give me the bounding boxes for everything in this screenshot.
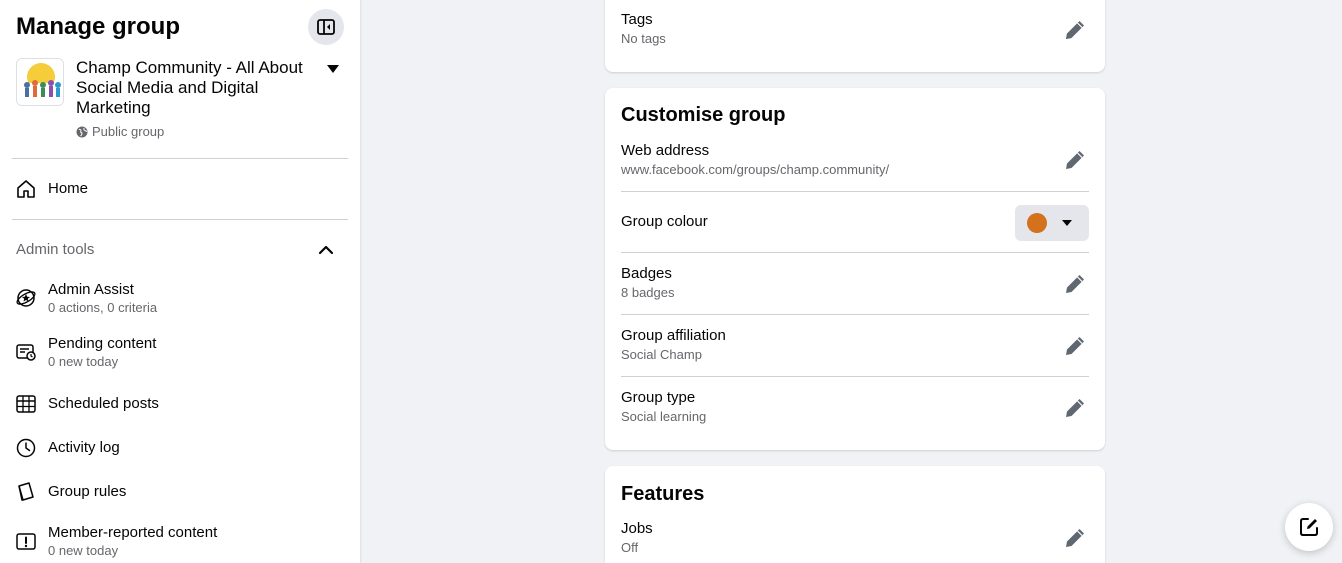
new-message-button[interactable] <box>1285 503 1333 551</box>
admin-tools-section-header[interactable]: Admin tools <box>16 240 336 260</box>
pencil-icon <box>1066 275 1084 293</box>
sidebar-item-group-rules[interactable]: Group rules <box>12 470 348 514</box>
customise-group-title: Customise group <box>621 104 786 126</box>
sidebar-divider <box>12 158 348 159</box>
group-affiliation-value: Social Champ <box>621 347 702 362</box>
edit-web-address-button[interactable] <box>1061 146 1089 174</box>
group-affiliation-row: Group affiliation Social Champ <box>621 326 1089 364</box>
web-address-value: www.facebook.com/groups/champ.community/ <box>621 162 890 177</box>
tags-row: Tags No tags <box>621 10 1089 48</box>
jobs-row: Jobs Off <box>621 519 1089 557</box>
sidebar-header: Manage group <box>16 9 344 45</box>
sidebar-divider <box>12 219 348 220</box>
sidebar-item-label: Admin Assist <box>48 281 134 298</box>
group-type-value: Social learning <box>621 409 707 424</box>
sidebar-collapse-icon <box>317 19 335 35</box>
sidebar-item-label: Member-reported content <box>48 524 218 541</box>
pencil-icon <box>1066 151 1084 169</box>
compose-icon <box>1300 518 1318 536</box>
admin-tools-title: Admin tools <box>16 241 95 258</box>
group-type-label: Group type <box>621 389 696 406</box>
edit-group-type-button[interactable] <box>1061 394 1089 422</box>
group-privacy: Public group <box>76 124 164 139</box>
group-switcher[interactable]: Champ Community - All About Social Media… <box>16 58 346 142</box>
badges-label: Badges <box>621 265 672 282</box>
caret-down-icon <box>1062 220 1072 226</box>
sidebar-item-label: Scheduled posts <box>48 395 159 412</box>
manage-group-sidebar: Manage group Champ Community - All About… <box>0 0 360 563</box>
sidebar-item-label: Pending content <box>48 335 157 352</box>
chevron-up-icon[interactable] <box>316 240 336 260</box>
tags-card: Tags No tags <box>605 0 1105 72</box>
sidebar-item-label: Home <box>48 180 89 197</box>
sidebar-item-pending-content[interactable]: Pending content 0 new today <box>12 330 348 374</box>
group-colour-select[interactable] <box>1015 205 1089 241</box>
badges-value: 8 badges <box>621 285 675 300</box>
clock-icon <box>12 434 40 462</box>
group-affiliation-label: Group affiliation <box>621 327 726 344</box>
pencil-icon <box>1066 529 1084 547</box>
sidebar-item-scheduled-posts[interactable]: Scheduled posts <box>12 382 348 426</box>
admin-assist-icon <box>12 284 40 312</box>
customise-group-card: Customise group Web address www.facebook… <box>605 88 1105 450</box>
pencil-icon <box>1066 399 1084 417</box>
pencil-icon <box>1066 337 1084 355</box>
sidebar-item-label: Activity log <box>48 439 120 456</box>
sidebar-item-home[interactable]: Home <box>12 167 348 211</box>
sidebar-title: Manage group <box>16 13 181 40</box>
jobs-value: Off <box>621 540 639 555</box>
group-colour-swatch <box>1027 213 1047 233</box>
pencil-icon <box>1066 21 1084 39</box>
jobs-label: Jobs <box>621 520 653 537</box>
group-name: Champ Community - All About Social Media… <box>76 58 303 117</box>
edit-jobs-button[interactable] <box>1061 524 1089 552</box>
row-divider <box>621 314 1089 315</box>
home-icon <box>12 175 40 203</box>
rules-book-icon <box>12 478 40 506</box>
globe-icon <box>76 126 88 137</box>
group-privacy-label: Public group <box>92 124 165 139</box>
sidebar-item-admin-assist[interactable]: Admin Assist 0 actions, 0 criteria <box>12 276 348 320</box>
row-divider <box>621 191 1089 192</box>
tags-value: No tags <box>621 31 666 46</box>
caret-down-icon[interactable] <box>326 64 340 74</box>
calendar-icon <box>12 390 40 418</box>
sidebar-item-sub: 0 actions, 0 criteria <box>48 300 158 315</box>
sidebar-item-member-reported-content[interactable]: Member-reported content 0 new today <box>12 519 348 563</box>
sidebar-item-activity-log[interactable]: Activity log <box>12 426 348 470</box>
sidebar-item-sub: 0 new today <box>48 354 119 369</box>
web-address-label: Web address <box>621 142 710 159</box>
web-address-row: Web address www.facebook.com/groups/cham… <box>621 141 1089 179</box>
edit-badges-button[interactable] <box>1061 270 1089 298</box>
pending-content-icon <box>12 338 40 366</box>
group-cover-thumbnail <box>16 58 64 106</box>
features-card: Features Jobs Off <box>605 466 1105 563</box>
edit-tags-button[interactable] <box>1061 16 1089 44</box>
report-icon <box>12 527 40 555</box>
sidebar-collapse-button[interactable] <box>308 9 344 45</box>
tags-label: Tags <box>621 11 653 28</box>
sidebar-item-label: Group rules <box>48 483 127 500</box>
group-type-row: Group type Social learning <box>621 388 1089 426</box>
badges-row: Badges 8 badges <box>621 264 1089 302</box>
row-divider <box>621 376 1089 377</box>
group-colour-row: Group colour <box>621 205 1089 241</box>
features-title: Features <box>621 483 705 505</box>
row-divider <box>621 252 1089 253</box>
edit-group-affiliation-button[interactable] <box>1061 332 1089 360</box>
sidebar-item-sub: 0 new today <box>48 543 119 558</box>
